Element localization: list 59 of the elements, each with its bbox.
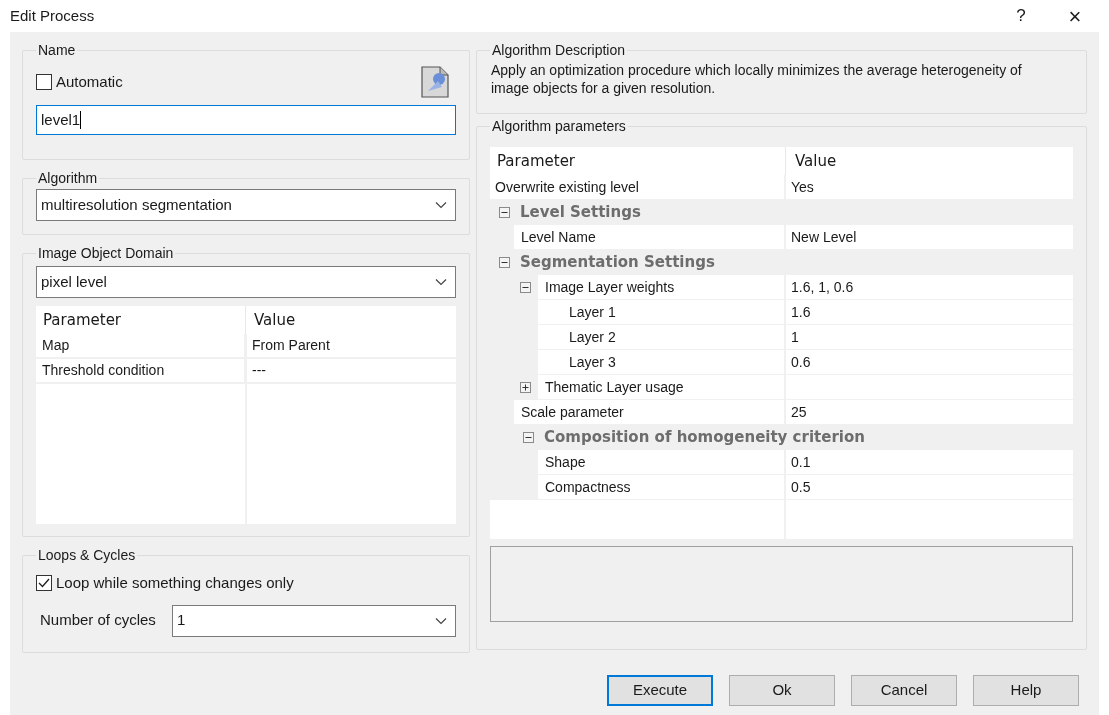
description-text: Apply an optimization procedure which locally minimizes the average heterogeneity of image objects for a given resolution. bbox=[490, 61, 1023, 98]
property-name[interactable]: Layer 3 bbox=[538, 350, 786, 374]
window-title: Edit Process bbox=[10, 5, 96, 26]
expand-icon[interactable] bbox=[520, 381, 531, 393]
property-value[interactable]: 1 bbox=[786, 325, 1073, 349]
domain-dropdown[interactable]: pixel level bbox=[36, 266, 456, 298]
property-name[interactable]: Compactness bbox=[538, 475, 786, 499]
group-label: Algorithm Description bbox=[491, 41, 627, 60]
property-value[interactable]: 0.1 bbox=[786, 450, 1073, 474]
chevron-down-icon bbox=[435, 278, 447, 286]
column-header[interactable]: Parameter bbox=[36, 306, 246, 334]
property-name[interactable]: Image Layer weights bbox=[538, 275, 786, 299]
property-value[interactable]: 1.6 bbox=[786, 300, 1073, 324]
chevron-down-icon bbox=[435, 201, 447, 209]
property-value[interactable]: Yes bbox=[786, 175, 1073, 199]
property-name[interactable]: Thematic Layer usage bbox=[538, 375, 786, 399]
chevron-down-icon bbox=[435, 616, 447, 625]
dialog-button[interactable]: Execute bbox=[607, 675, 713, 706]
checkbox[interactable] bbox=[36, 575, 52, 592]
close-button[interactable]: × bbox=[1055, 0, 1095, 33]
table-cell-text: --- bbox=[251, 361, 267, 380]
property-value[interactable]: 25 bbox=[786, 400, 1073, 424]
checkbox-label: Automatic bbox=[56, 71, 123, 92]
group-label: Algorithm bbox=[37, 169, 99, 188]
category-label: Composition of homogeneity criterion bbox=[544, 427, 865, 449]
category-label: Segmentation Settings bbox=[520, 252, 715, 274]
property-name[interactable]: Level Name bbox=[514, 225, 786, 249]
help-button[interactable]: ? bbox=[1001, 3, 1041, 29]
cycles-dropdown[interactable]: 1 bbox=[171, 604, 456, 637]
dialog-button[interactable]: Help bbox=[973, 675, 1079, 706]
name-input[interactable]: level1 bbox=[36, 105, 456, 135]
category-label: Level Settings bbox=[520, 202, 641, 224]
property-value[interactable]: New Level bbox=[786, 225, 1073, 249]
dialog-button[interactable]: Ok bbox=[729, 675, 835, 706]
property-name[interactable]: Layer 1 bbox=[538, 300, 786, 324]
property-name[interactable]: Scale parameter bbox=[514, 400, 786, 424]
collapse-icon[interactable] bbox=[523, 432, 534, 443]
property-value[interactable]: 0.6 bbox=[786, 350, 1073, 374]
property-name[interactable]: Shape bbox=[538, 450, 786, 474]
algorithm-dropdown[interactable]: multiresolution segmentation bbox=[36, 189, 456, 221]
table-cell-text: From Parent bbox=[251, 336, 331, 355]
collapse-icon[interactable] bbox=[499, 257, 510, 268]
column-header[interactable]: Value bbox=[246, 308, 456, 332]
column-header[interactable]: Value bbox=[786, 147, 1073, 175]
group-label: Image Object Domain bbox=[37, 244, 175, 263]
property-value[interactable]: 1.6, 1, 0.6 bbox=[786, 275, 1073, 299]
dialog-button[interactable]: Cancel bbox=[851, 675, 957, 706]
checkbox[interactable] bbox=[36, 74, 52, 90]
group-label: Loops & Cycles bbox=[37, 546, 137, 565]
document-icon[interactable] bbox=[420, 65, 450, 99]
property-name[interactable]: Layer 2 bbox=[538, 325, 786, 349]
collapse-icon[interactable] bbox=[499, 207, 510, 218]
checkbox-label: Loop while something changes only bbox=[56, 573, 294, 593]
group-label: Algorithm parameters bbox=[491, 117, 627, 136]
property-value[interactable]: 0.5 bbox=[786, 475, 1073, 499]
field-label: Number of cycles bbox=[39, 610, 156, 631]
property-name[interactable]: Overwrite existing level bbox=[490, 175, 786, 199]
collapse-icon[interactable] bbox=[520, 281, 531, 293]
group-label: Name bbox=[37, 41, 77, 60]
